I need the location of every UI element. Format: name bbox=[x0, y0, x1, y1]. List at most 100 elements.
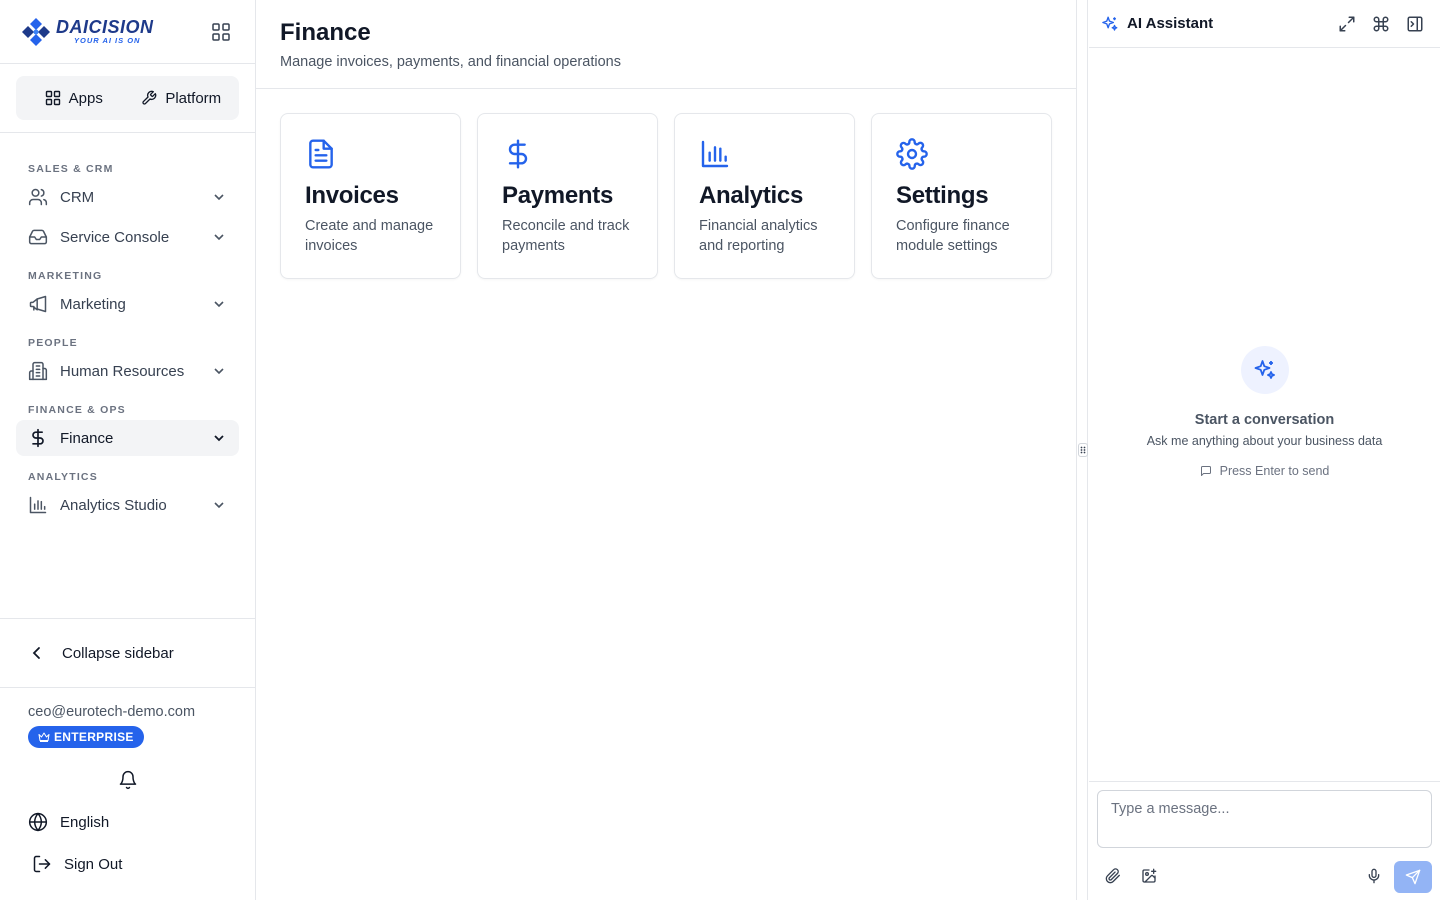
sparkles-icon bbox=[1102, 16, 1118, 31]
plan-badge-label: ENTERPRISE bbox=[54, 730, 134, 744]
composer-actions bbox=[1097, 853, 1432, 893]
panel-toggle-icon[interactable] bbox=[1406, 15, 1424, 33]
section-label-sales-crm: SALES & CRM bbox=[28, 163, 114, 175]
section-label-marketing: MARKETING bbox=[28, 270, 103, 282]
empty-state-title: Start a conversation bbox=[1194, 412, 1335, 428]
language-label: English bbox=[60, 813, 110, 831]
paperclip-icon[interactable] bbox=[1105, 868, 1121, 884]
card-description: Create and manage invoices bbox=[305, 218, 434, 254]
globe-icon bbox=[28, 812, 48, 832]
page-header: Finance Manage invoices, payments, and f… bbox=[256, 0, 1076, 89]
card-title: Settings bbox=[896, 182, 989, 209]
users-icon bbox=[28, 188, 48, 206]
send-icon bbox=[1405, 869, 1421, 885]
send-hint: Press Enter to send bbox=[1089, 464, 1440, 478]
sidebar: DAICISION YOUR AI IS ON Apps Platform SA… bbox=[0, 0, 256, 900]
chevron-left-icon bbox=[32, 647, 40, 659]
message-input[interactable] bbox=[1097, 790, 1432, 848]
card-payments[interactable]: Payments Reconcile and track payments bbox=[477, 113, 658, 279]
apps-button[interactable]: Apps bbox=[20, 80, 128, 116]
wrench-icon bbox=[142, 90, 157, 105]
expand-icon[interactable] bbox=[1338, 15, 1356, 33]
bar-chart-icon bbox=[29, 496, 47, 514]
file-text-icon bbox=[309, 139, 333, 169]
module-cards: Invoices Create and manage invoices Paym… bbox=[256, 89, 1076, 279]
brand-name: DAICISION bbox=[56, 17, 154, 37]
image-plus-icon[interactable] bbox=[1141, 868, 1157, 884]
user-panel: ceo@eurotech-demo.com ENTERPRISE English… bbox=[0, 704, 255, 873]
send-button[interactable] bbox=[1394, 861, 1432, 893]
section-label-people: PEOPLE bbox=[28, 337, 78, 349]
chevron-down-icon bbox=[214, 234, 224, 241]
command-icon[interactable] bbox=[1372, 15, 1390, 33]
megaphone-icon bbox=[29, 295, 47, 313]
sidebar-item-label: Service Console bbox=[60, 228, 170, 246]
collapse-sidebar-button[interactable]: Collapse sidebar bbox=[0, 618, 255, 688]
language-selector[interactable]: English bbox=[28, 812, 109, 832]
sidebar-item-label: CRM bbox=[60, 188, 95, 206]
platform-label: Platform bbox=[165, 89, 222, 107]
bar-chart-icon bbox=[701, 140, 729, 168]
chevron-down-icon bbox=[214, 502, 224, 509]
brand-tagline: YOUR AI IS ON bbox=[74, 36, 141, 45]
sidebar-item-finance[interactable]: Finance bbox=[16, 420, 239, 456]
dollar-icon bbox=[508, 139, 528, 169]
brand-text: DAICISION YOUR AI IS ON bbox=[56, 18, 154, 45]
log-out-icon bbox=[33, 855, 51, 873]
card-title: Analytics bbox=[699, 182, 804, 209]
sidebar-item-human-resources[interactable]: Human Resources bbox=[16, 353, 239, 389]
bell-icon[interactable] bbox=[118, 770, 138, 790]
sidebar-item-service-console[interactable]: Service Console bbox=[16, 219, 239, 255]
section-label-finance-ops: FINANCE & OPS bbox=[28, 404, 126, 416]
workspace-switcher: Apps Platform bbox=[0, 64, 255, 133]
collapse-sidebar-label: Collapse sidebar bbox=[62, 644, 174, 662]
gear-icon bbox=[896, 138, 928, 170]
card-description: Configure finance module settings bbox=[896, 218, 1010, 254]
card-description: Reconcile and track payments bbox=[502, 218, 630, 254]
sidebar-item-label: Finance bbox=[60, 429, 114, 447]
ai-assistant-panel: AI Assistant Start a conversation Ask me… bbox=[1089, 0, 1440, 900]
switcher-track: Apps Platform bbox=[16, 76, 239, 120]
panel-splitter bbox=[1076, 0, 1088, 900]
resize-handle[interactable] bbox=[1078, 443, 1088, 457]
empty-state-subtitle: Ask me anything about your business data bbox=[1146, 434, 1383, 448]
sidebar-item-label: Human Resources bbox=[60, 362, 185, 380]
sidebar-item-analytics-studio[interactable]: Analytics Studio bbox=[16, 487, 239, 523]
plan-badge: ENTERPRISE bbox=[28, 726, 144, 748]
card-title: Payments bbox=[502, 182, 613, 209]
card-analytics[interactable]: Analytics Financial analytics and report… bbox=[674, 113, 855, 279]
building-icon bbox=[28, 361, 48, 381]
ai-panel-toolbar bbox=[1338, 15, 1424, 33]
chevron-down-icon bbox=[214, 368, 224, 375]
sidebar-item-label: Marketing bbox=[60, 295, 126, 313]
chevron-down-icon bbox=[214, 435, 224, 442]
sign-out-label: Sign Out bbox=[64, 855, 123, 873]
crown-icon bbox=[38, 732, 50, 742]
chevron-down-icon bbox=[214, 194, 224, 201]
page-subtitle: Manage invoices, payments, and financial… bbox=[280, 54, 621, 70]
grip-icon bbox=[1080, 446, 1086, 454]
apps-label: Apps bbox=[68, 89, 103, 107]
brand-header: DAICISION YOUR AI IS ON bbox=[0, 0, 255, 64]
sign-out-button[interactable]: Sign Out bbox=[32, 854, 122, 874]
sparkles-icon bbox=[1254, 360, 1275, 379]
card-settings[interactable]: Settings Configure finance module settin… bbox=[871, 113, 1052, 279]
message-square-icon bbox=[1200, 466, 1211, 476]
sidebar-item-crm[interactable]: CRM bbox=[16, 179, 239, 215]
grid-icon bbox=[45, 90, 60, 106]
platform-button[interactable]: Platform bbox=[128, 80, 236, 116]
section-label-analytics: ANALYTICS bbox=[28, 471, 98, 483]
page-title: Finance bbox=[280, 19, 371, 46]
ai-panel-header: AI Assistant bbox=[1089, 0, 1440, 48]
sidebar-item-marketing[interactable]: Marketing bbox=[16, 286, 239, 322]
microphone-icon[interactable] bbox=[1366, 868, 1382, 884]
main-content: Finance Manage invoices, payments, and f… bbox=[256, 0, 1076, 900]
card-invoices[interactable]: Invoices Create and manage invoices bbox=[280, 113, 461, 279]
app-grid-icon[interactable] bbox=[211, 22, 231, 42]
dollar-icon bbox=[32, 428, 44, 448]
logo-icon bbox=[22, 17, 50, 46]
chevron-down-icon bbox=[214, 301, 224, 308]
user-email: ceo@eurotech-demo.com bbox=[28, 704, 196, 720]
card-description: Financial analytics and reporting bbox=[699, 218, 818, 254]
sidebar-nav: SALES & CRM CRM Service Console MARKETIN… bbox=[0, 133, 255, 523]
